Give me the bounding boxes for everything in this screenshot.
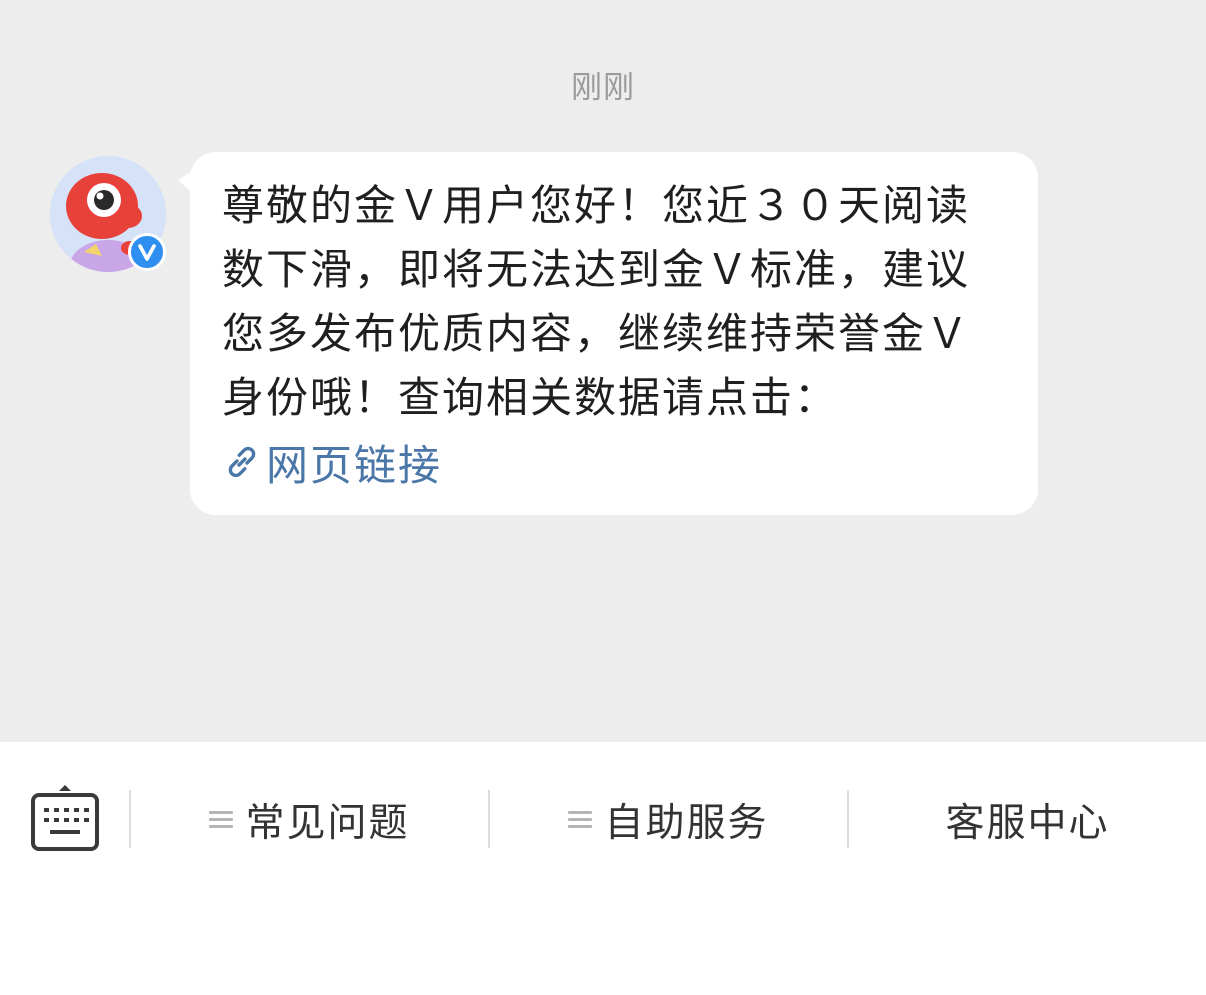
bubble-tail [178, 170, 194, 194]
keyboard-toggle-button[interactable] [30, 782, 100, 854]
menu-faq-label: 常见问题 [245, 801, 410, 846]
verified-badge-icon [128, 233, 166, 271]
message-bubble[interactable]: 尊敬的金Ｖ用户您好！您近３０天阅读数下滑，即将无法达到金Ｖ标准，建议您多发布优质… [178, 152, 1038, 515]
menu-self-service-button[interactable]: 自助服务 [490, 792, 847, 848]
menu-icon [209, 811, 234, 829]
menu-self-service-label: 自助服务 [604, 801, 769, 846]
keyboard-icon [31, 785, 99, 851]
menu-icon [568, 811, 593, 829]
link-icon [228, 446, 256, 478]
menu-customer-service-button[interactable]: 客服中心 [849, 792, 1206, 848]
menu-customer-service-label: 客服中心 [945, 801, 1110, 846]
message-timestamp: 刚刚 [571, 70, 635, 106]
menu-faq-button[interactable]: 常见问题 [131, 792, 488, 848]
bottom-menu-bar: 常见问题 自助服务 客服中心 [0, 742, 1206, 995]
web-link-label[interactable]: 网页链接 [266, 432, 442, 493]
web-link[interactable]: 网页链接 [222, 430, 1008, 494]
chat-area: 刚刚 尊敬的金Ｖ用户您好！您近３０天阅读数下滑，即将无法达到金Ｖ标准，建议您多发… [0, 0, 1206, 742]
message-text: 尊敬的金Ｖ用户您好！您近３０天阅读数下滑，即将无法达到金Ｖ标准，建议您多发布优质… [222, 181, 971, 422]
